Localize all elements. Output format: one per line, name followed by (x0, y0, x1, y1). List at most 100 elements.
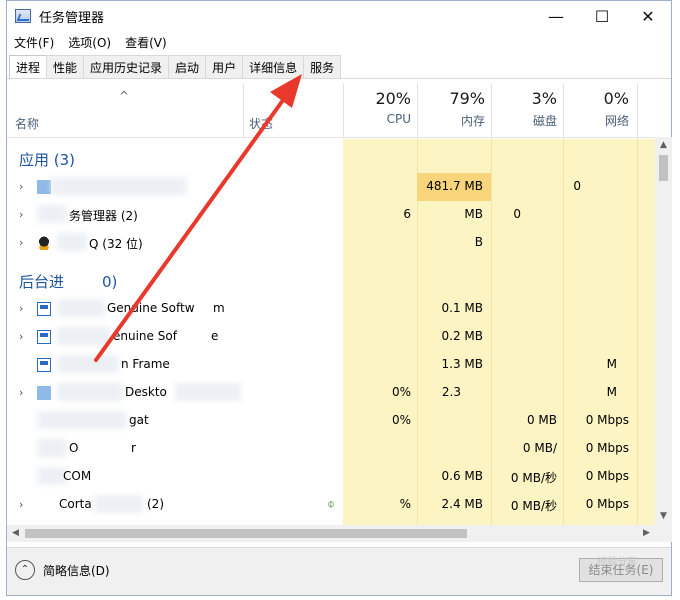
column-divider (637, 83, 638, 137)
watermark-text: 经验分享 (597, 557, 637, 568)
maximize-button[interactable]: ☐ (579, 1, 625, 31)
table-row[interactable]: gat 0% 0 MB 0 Mbps (7, 407, 655, 435)
row-name-suffix: r (131, 441, 136, 455)
row-disk: 0 MB (526, 413, 557, 427)
tab-services[interactable]: 服务 (303, 55, 342, 79)
row-cpu: 0% (391, 413, 411, 427)
row-memory: 0.1 MB (441, 301, 483, 315)
service-icon (37, 358, 51, 372)
row-disk: 0 MB/秒 (510, 499, 557, 513)
scroll-left-icon[interactable]: ◀ (7, 525, 24, 542)
disk-percent: 3% (531, 89, 557, 108)
row-name: gat (129, 413, 149, 427)
column-divider (243, 83, 244, 137)
network-percent: 0% (603, 89, 629, 108)
collapse-up-icon[interactable]: ⌃ (15, 560, 35, 580)
tab-app-history[interactable]: 应用历史记录 (83, 55, 170, 79)
tab-users[interactable]: 用户 (205, 55, 244, 79)
window-controls: — ☐ ✕ (533, 1, 671, 31)
tab-processes[interactable]: 进程 (9, 55, 48, 79)
table-row[interactable]: › 务管理器 (2) 6 MB 0 (7, 201, 655, 229)
network-label: 网络 (604, 114, 629, 128)
vertical-scrollbar[interactable]: ▲ ▼ (655, 137, 672, 525)
redacted-name (51, 177, 187, 195)
leaf-efficiency-icon: ⌽ (327, 497, 335, 512)
column-status[interactable]: 状态 (249, 115, 273, 132)
scroll-right-icon[interactable]: ▶ (638, 525, 655, 542)
row-network: 0 Mbps (585, 469, 629, 483)
scroll-down-icon[interactable]: ▼ (655, 508, 672, 525)
row-memory: 0.2 MB (441, 329, 483, 343)
expand-chevron-icon[interactable]: › (19, 208, 23, 221)
table-row[interactable]: › enuine Sof e 0.2 MB (7, 323, 655, 351)
row-name-suffix: m (213, 301, 225, 315)
row-cpu: % (399, 497, 411, 511)
row-network: M (606, 385, 617, 399)
column-disk[interactable]: 3% 磁盘 (485, 89, 557, 129)
memory-percent: 79% (449, 89, 485, 108)
table-row[interactable]: n Frame 1.3 MB M (7, 351, 655, 379)
tab-startup[interactable]: 启动 (168, 55, 207, 79)
table-row[interactable]: › Q (32 位) B (7, 229, 655, 257)
expand-chevron-icon[interactable]: › (19, 302, 23, 315)
row-network: 0 (573, 179, 581, 193)
row-disk: 0 (513, 207, 521, 221)
redacted-name (37, 411, 127, 429)
table-row[interactable]: O r 0 MB/ 0 Mbps (7, 435, 655, 463)
group-background-title: 后台进 0) (19, 273, 118, 291)
redacted-name (57, 299, 105, 317)
minimize-button[interactable]: — (533, 1, 579, 31)
horizontal-scrollbar[interactable]: ◀ ▶ (7, 525, 655, 542)
close-button[interactable]: ✕ (625, 1, 671, 31)
row-memory: 1.3 MB (441, 357, 483, 371)
column-network[interactable]: 0% 网络 (557, 89, 629, 129)
fewer-details-link[interactable]: 简略信息(D) (43, 562, 110, 579)
row-memory: 0.6 MB (441, 469, 483, 483)
expand-chevron-icon[interactable]: › (19, 330, 23, 343)
table-row[interactable]: COM 0.6 MB 0 MB/秒 0 Mbps (7, 463, 655, 491)
title-bar: 任务管理器 — ☐ ✕ (7, 1, 671, 31)
table-row[interactable]: › Deskto 0% 2.3 M (7, 379, 655, 407)
table-row[interactable]: › Genuine Softw m 0.1 MB (7, 295, 655, 323)
row-disk: 0 MB/秒 (510, 471, 557, 485)
sort-arrow-icon: ^ (119, 89, 130, 103)
tab-details[interactable]: 详细信息 (242, 55, 305, 79)
cpu-label: CPU (386, 112, 411, 126)
expand-chevron-icon[interactable]: › (19, 498, 23, 511)
row-network: M (606, 357, 617, 371)
row-memory: 2.4 MB (441, 497, 483, 511)
column-name[interactable]: 名称 (15, 115, 39, 132)
scroll-up-icon[interactable]: ▲ (655, 137, 672, 154)
row-name: Genuine Softw (107, 301, 195, 315)
memory-label: 内存 (460, 114, 485, 128)
menu-view[interactable]: 查看(V) (118, 34, 174, 51)
service-icon (37, 330, 51, 344)
row-memory: 2.3 (441, 385, 461, 399)
row-disk: 0 MB/ (522, 441, 557, 455)
group-apps-title: 应用 (3) (19, 151, 76, 169)
tab-performance[interactable]: 性能 (46, 55, 85, 79)
redacted-name (175, 383, 241, 401)
horizontal-scroll-thumb[interactable] (25, 529, 467, 538)
table-row[interactable]: › Corta (2) ⌽ % 2.4 MB 0 MB/秒 0 Mbps (7, 491, 655, 519)
service-icon (37, 302, 51, 316)
row-name: Deskto (125, 385, 167, 399)
task-manager-window: 任务管理器 — ☐ ✕ 文件(F) 选项(O) 查看(V) 进程 性能 应用历史… (6, 0, 672, 596)
vertical-scroll-thumb[interactable] (659, 155, 668, 181)
footer-bar: ⌃ 简略信息(D) 结束任务(E) (7, 547, 671, 595)
row-name: n Frame (121, 357, 170, 371)
column-memory[interactable]: 79% 内存 (413, 89, 485, 129)
process-list: 应用 (3) › 481.7 MB 0 › 务管理器 (2) 6 MB 0 › … (7, 139, 655, 525)
redacted-name (95, 495, 143, 513)
qq-icon (37, 236, 51, 250)
expand-chevron-icon[interactable]: › (19, 236, 23, 249)
row-name-suffix: (2) (147, 497, 164, 511)
menu-file[interactable]: 文件(F) (7, 34, 61, 51)
expand-chevron-icon[interactable]: › (19, 180, 23, 193)
table-row[interactable]: › 481.7 MB 0 (7, 173, 655, 201)
menu-options[interactable]: 选项(O) (61, 34, 118, 51)
column-cpu[interactable]: 20% CPU (339, 89, 411, 126)
cpu-percent: 20% (375, 89, 411, 108)
row-memory: 481.7 MB (426, 179, 483, 193)
expand-chevron-icon[interactable]: › (19, 386, 23, 399)
